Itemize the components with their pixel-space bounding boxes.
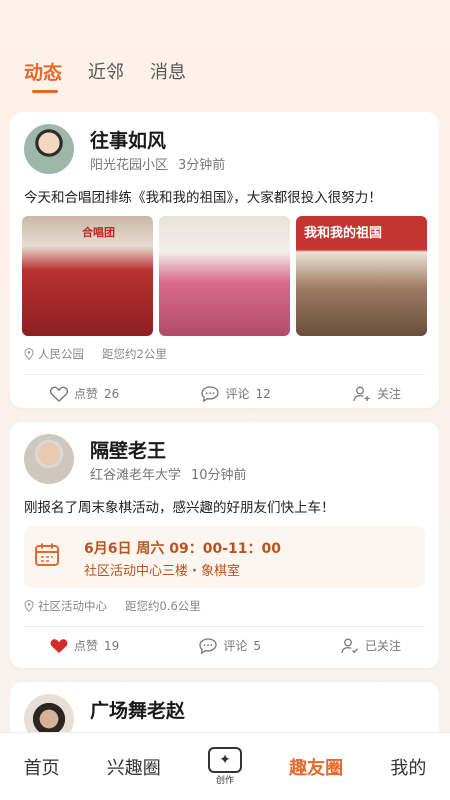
location-distance: 距您约0.6公里 [125, 599, 201, 613]
nav-me[interactable]: 我的 [390, 754, 426, 780]
post-text: 刚报名了周末象棋活动，感兴趣的好朋友们快上车！ [24, 500, 335, 516]
post-time: 10分钟前 [191, 468, 247, 483]
event-datetime: 6月6日 周六 09：00-11：00 [84, 541, 281, 557]
nav-create-label: 创作 [215, 776, 234, 786]
bottom-nav: 首页 兴趣圈 ✦ 创作 趣友圈 我的 [0, 732, 450, 800]
comment-bubble-icon [201, 385, 220, 402]
comment-label: 评论 [223, 639, 248, 653]
heart-filled-icon [50, 638, 68, 653]
like-button[interactable]: 点赞 26 [50, 385, 119, 402]
user-check-icon [341, 638, 358, 653]
comment-label: 评论 [225, 387, 250, 401]
location-pin-icon [24, 348, 34, 360]
event-place: 社区活动中心三楼・象棋室 [84, 564, 241, 579]
tab-neighbors[interactable]: 近邻 [88, 58, 124, 85]
avatar[interactable] [24, 694, 74, 732]
follow-label: 关注 [376, 387, 401, 401]
post-card[interactable]: 往事如风 阳光花园小区 3分钟前 今天和合唱团排练《我和我的祖国》，大家都很投入很… [10, 112, 439, 408]
follow-button[interactable]: 关注 [353, 385, 401, 402]
sparkle-icon: ✦ [207, 747, 242, 773]
top-tabs: 动态 近邻 消息 [24, 58, 212, 93]
post-meta: 阳光花园小区 3分钟前 [90, 154, 225, 173]
photo-banner-text: 合唱团 [82, 226, 115, 239]
like-count: 19 [104, 638, 120, 653]
post-author[interactable]: 隔壁老王 [90, 436, 166, 463]
avatar[interactable] [24, 124, 74, 174]
avatar[interactable] [24, 434, 74, 484]
post-photo[interactable]: 我和我的祖国 [296, 216, 427, 336]
post-time: 3分钟前 [178, 158, 226, 173]
comment-count: 12 [255, 386, 271, 401]
nav-home[interactable]: 首页 [24, 754, 60, 780]
follow-label: 已关注 [364, 639, 401, 653]
post-location: 社区活动中心 距您约0.6公里 [10, 588, 439, 614]
post-card[interactable]: 隔壁老王 红谷滩老年大学 10分钟前 刚报名了周末象棋活动，感兴趣的好朋友们快上车… [10, 422, 439, 668]
post-card[interactable]: 广场舞老赵 [10, 682, 439, 732]
location-distance: 距您约2公里 [102, 347, 167, 361]
photo-banner-text: 我和我的祖国 [304, 226, 383, 241]
feed[interactable]: 往事如风 阳光花园小区 3分钟前 今天和合唱团排练《我和我的祖国》，大家都很投入很… [10, 112, 439, 732]
post-actions: 点赞 26 评论 12 关注 [10, 375, 439, 402]
post-photo[interactable] [159, 216, 290, 336]
like-label: 点赞 [74, 639, 99, 653]
comment-bubble-icon [199, 637, 217, 654]
tab-messages[interactable]: 消息 [150, 58, 186, 85]
like-count: 26 [104, 386, 120, 401]
comment-button[interactable]: 评论 5 [199, 637, 261, 654]
post-location: 人民公园 距您约2公里 [10, 336, 439, 362]
calendar-icon [35, 543, 59, 566]
post-photos: 合唱团 我和我的祖国 [10, 206, 439, 336]
like-label: 点赞 [74, 387, 99, 401]
location-name: 人民公园 [38, 347, 84, 361]
post-author[interactable]: 往事如风 [90, 126, 166, 153]
add-user-icon [353, 386, 370, 401]
post-community: 红谷滩老年大学 [90, 468, 182, 483]
follow-button[interactable]: 已关注 [341, 637, 401, 654]
like-button[interactable]: 点赞 19 [50, 637, 119, 654]
comment-count: 5 [253, 638, 261, 653]
tab-dynamics[interactable]: 动态 [24, 58, 62, 93]
post-community: 阳光花园小区 [90, 158, 169, 173]
post-photo[interactable]: 合唱团 [22, 216, 153, 336]
heart-outline-icon [50, 386, 68, 402]
event-card[interactable]: 6月6日 周六 09：00-11：00 社区活动中心三楼・象棋室 [24, 526, 425, 588]
post-actions: 点赞 19 评论 5 已关注 [10, 627, 439, 654]
location-name: 社区活动中心 [38, 599, 107, 613]
post-text: 今天和合唱团排练《我和我的祖国》，大家都很投入很努力！ [24, 190, 382, 206]
post-author[interactable]: 广场舞老赵 [90, 696, 185, 723]
nav-interest-circle[interactable]: 兴趣圈 [107, 754, 161, 780]
comment-button[interactable]: 评论 12 [201, 385, 271, 402]
post-meta: 红谷滩老年大学 10分钟前 [90, 464, 247, 483]
nav-friends-circle[interactable]: 趣友圈 [289, 754, 343, 780]
location-pin-icon [24, 600, 34, 612]
nav-create[interactable]: ✦ 创作 [207, 747, 242, 786]
